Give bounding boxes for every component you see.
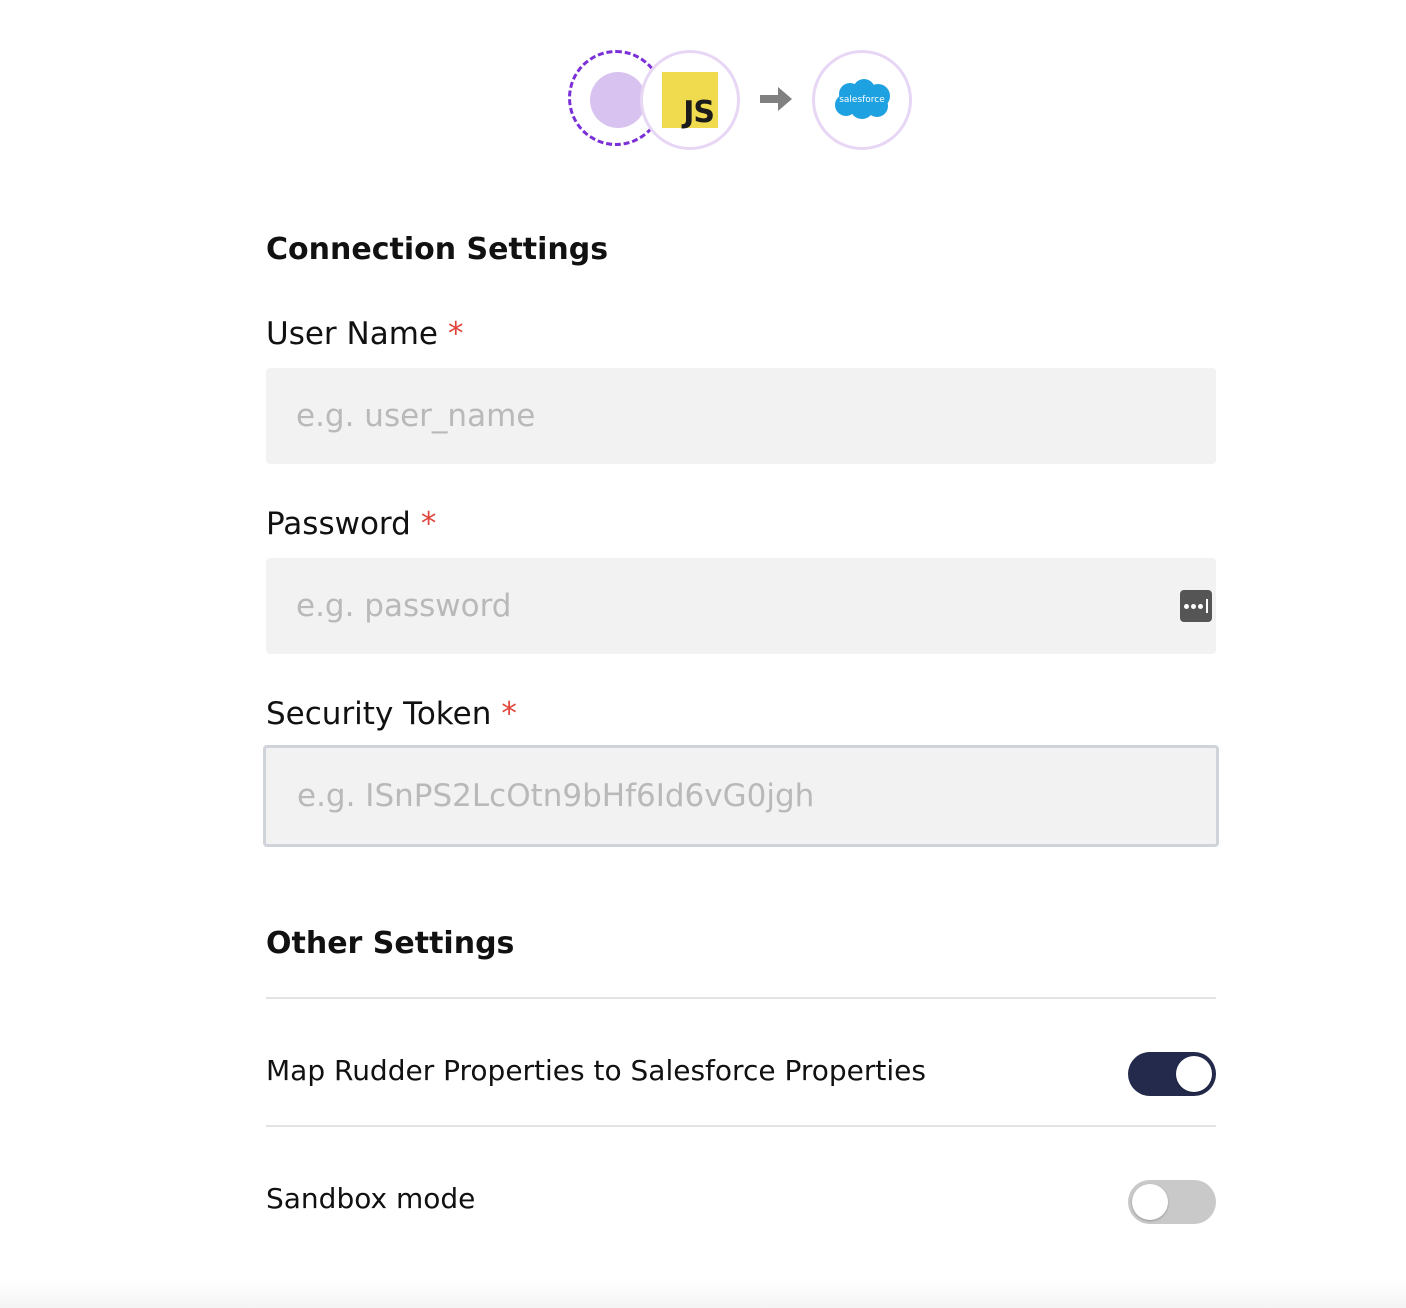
divider xyxy=(266,1125,1216,1127)
security-token-input[interactable] xyxy=(263,745,1219,847)
security-token-label: Security Token * xyxy=(266,696,517,732)
map-properties-toggle[interactable] xyxy=(1128,1052,1216,1096)
password-label-text: Password xyxy=(266,506,411,542)
user-name-label: User Name * xyxy=(266,316,463,352)
bottom-shadow xyxy=(0,1280,1406,1308)
source-placeholder-icon xyxy=(590,72,646,128)
salesforce-logo-icon: salesforce xyxy=(835,79,890,119)
map-properties-label: Map Rudder Properties to Salesforce Prop… xyxy=(266,1054,926,1087)
arrow-right-icon xyxy=(760,87,792,111)
js-logo-text: JS xyxy=(683,95,715,130)
salesforce-logo-text: salesforce xyxy=(839,95,885,105)
password-manager-key-icon[interactable] xyxy=(1180,590,1212,622)
security-token-label-text: Security Token xyxy=(266,696,492,732)
required-asterisk: * xyxy=(501,696,517,732)
page: JS salesforce Connection Settings User N… xyxy=(0,0,1406,1308)
connection-settings-title: Connection Settings xyxy=(266,232,609,267)
required-asterisk: * xyxy=(447,316,464,352)
toggle-knob xyxy=(1176,1056,1212,1092)
sandbox-mode-toggle[interactable] xyxy=(1128,1180,1216,1224)
javascript-logo-icon: JS xyxy=(662,72,718,128)
user-name-input[interactable] xyxy=(266,368,1216,464)
password-label: Password * xyxy=(266,506,436,542)
password-input[interactable] xyxy=(266,558,1216,654)
required-asterisk: * xyxy=(420,506,437,542)
other-settings-title: Other Settings xyxy=(266,926,515,961)
sandbox-mode-label: Sandbox mode xyxy=(266,1182,476,1215)
toggle-knob xyxy=(1132,1184,1168,1220)
connection-flow: JS salesforce xyxy=(0,0,1406,180)
user-name-label-text: User Name xyxy=(266,316,438,352)
divider xyxy=(266,997,1216,999)
